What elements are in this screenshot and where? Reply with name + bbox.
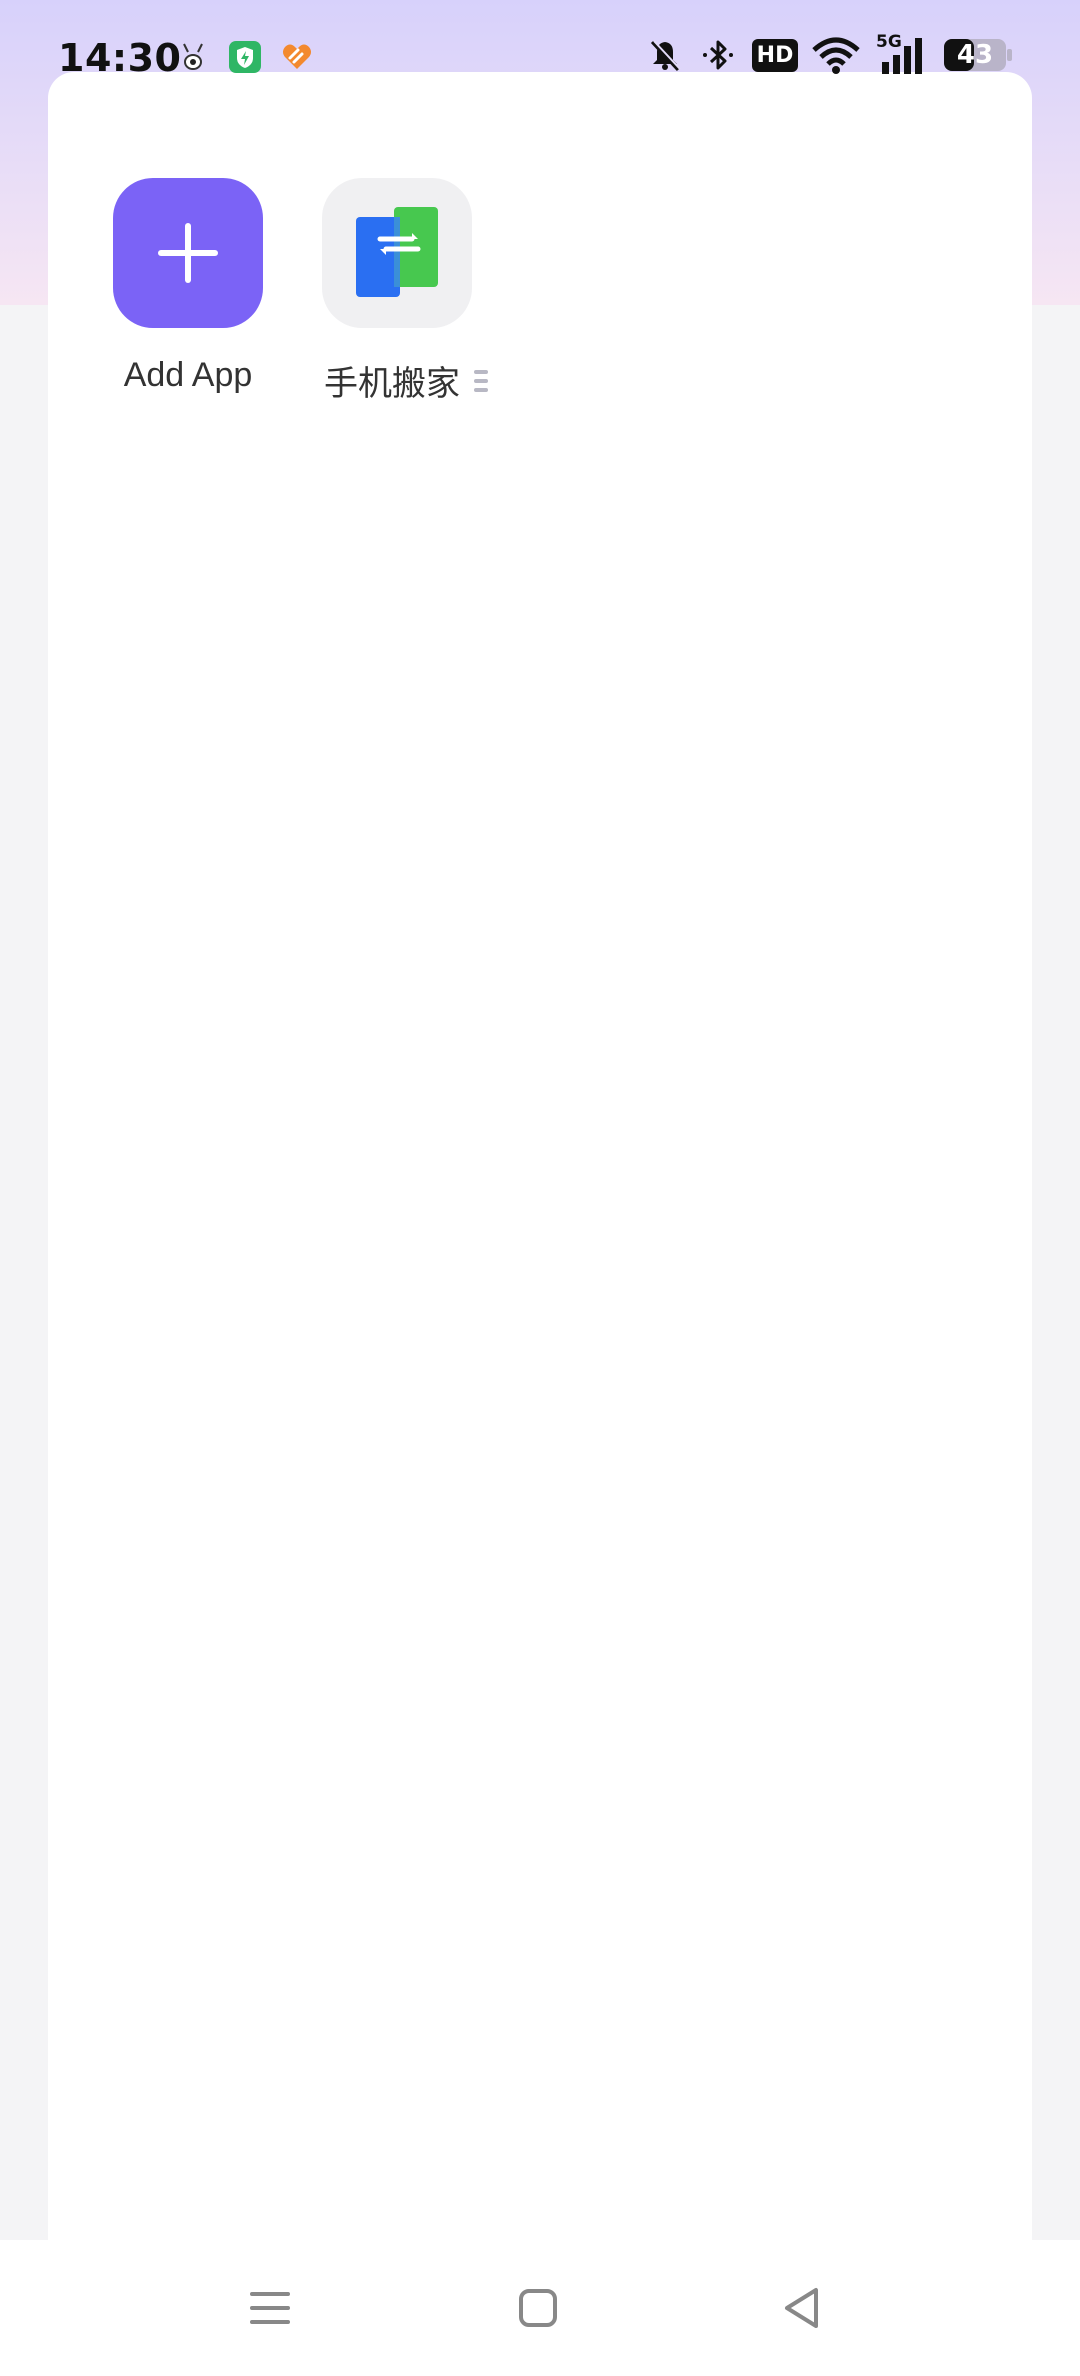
plus-icon [158,223,218,283]
phone-clone-label-text: 手机搬家 [324,365,460,403]
menu-icon [250,2292,290,2324]
add-app-label: Add App [88,356,288,395]
status-right-icons: HD 5G 43 [646,32,1014,74]
5g-signal-icon: 5G [876,32,928,74]
phone-clone-tile[interactable]: 手机搬家 [322,178,562,405]
bell-muted-icon [646,36,684,74]
bug-icon [174,38,212,76]
drag-handle-icon[interactable] [474,369,488,392]
back-button[interactable] [772,2278,832,2338]
menu-button[interactable] [240,2278,300,2338]
status-time: 14:30 [58,36,182,80]
back-icon [785,2288,818,2328]
network-label: 5G [876,32,902,52]
add-app-button[interactable] [113,178,263,328]
status-bar: 14:30 HD 5G 43 [0,0,1080,120]
app-sheet: Add App 手机搬家 [48,72,1032,2376]
notification-icons [174,38,316,76]
hd-label: HD [751,38,799,72]
health-app-icon [278,38,316,76]
add-app-label-text: Add App [123,356,253,394]
home-button[interactable] [508,2278,568,2338]
phone-clone-icon [356,207,438,297]
battery-saver-icon [226,38,264,76]
battery-level: 43 [956,40,994,70]
navigation-bar [0,2240,1080,2376]
phone-clone-label: 手机搬家 [324,356,562,405]
add-app-tile[interactable]: Add App [88,178,288,395]
phone-clone-app-icon[interactable] [322,178,472,328]
bluetooth-icon [700,36,738,74]
hd-icon: HD [751,36,799,74]
battery-icon: 43 [944,36,1014,74]
wifi-icon [812,36,860,74]
home-icon [519,2289,557,2327]
